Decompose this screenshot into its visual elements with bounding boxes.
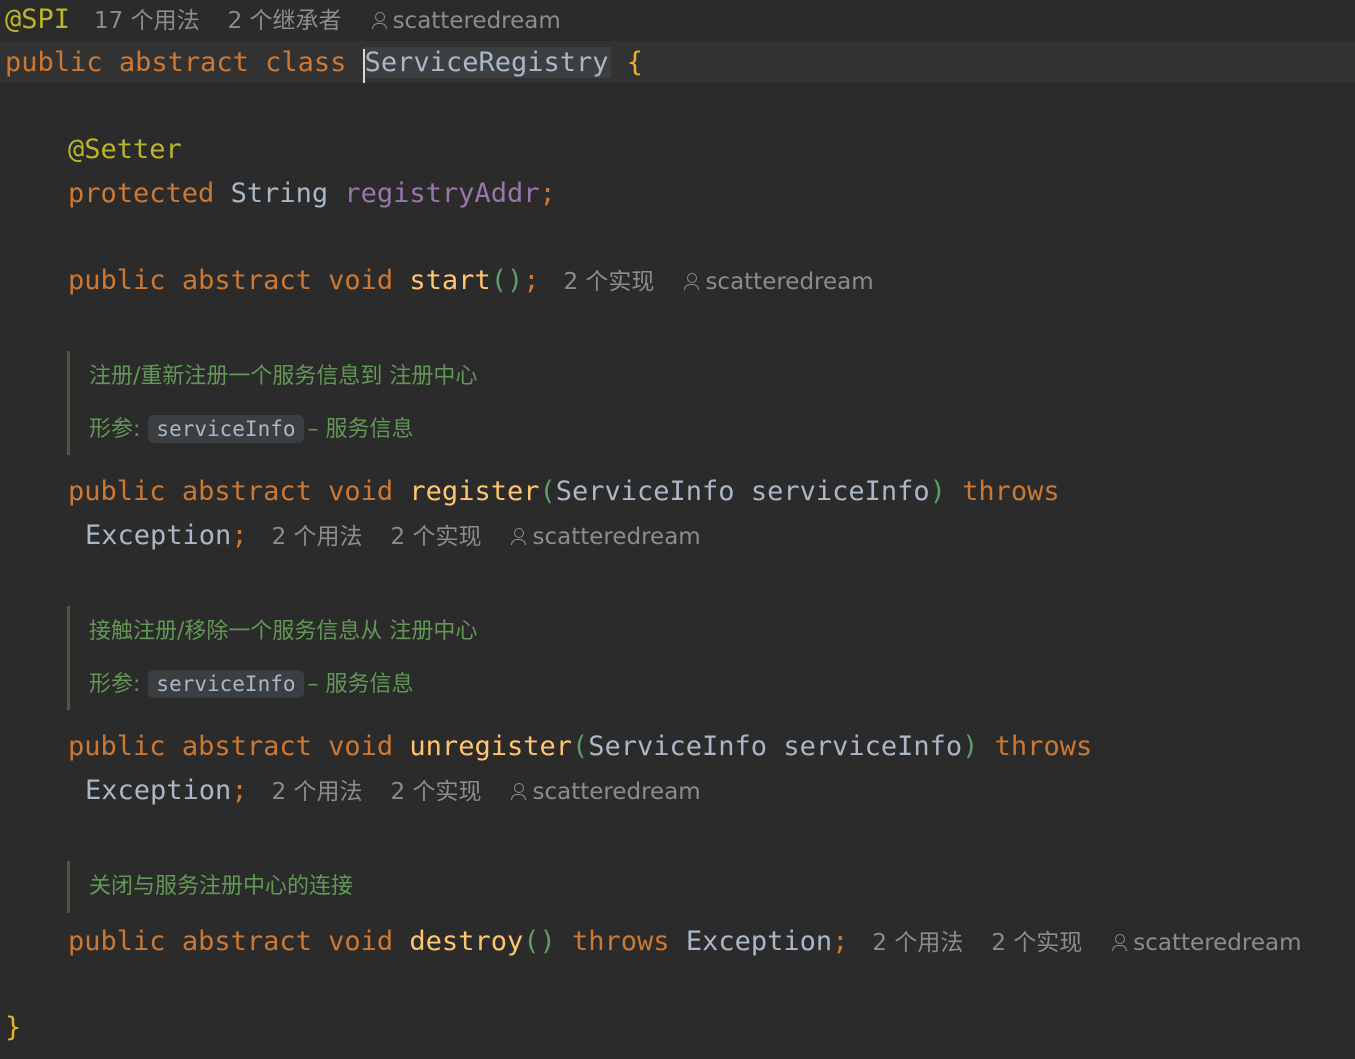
close-brace: }	[5, 1012, 22, 1043]
unregister-method-name[interactable]: unregister	[409, 731, 572, 762]
register-method-name[interactable]: register	[409, 476, 539, 507]
doc-summary: 注册/重新注册一个服务信息到 注册中心	[89, 364, 478, 389]
param-name[interactable]: serviceInfo	[751, 476, 930, 507]
doc-summary: 接触注册/移除一个服务信息从 注册中心	[89, 619, 478, 644]
text-caret	[362, 49, 365, 83]
register-method-cont: Exception; 2 个用法 2 个实现 scatteredream	[85, 520, 701, 551]
unregister-method-cont: Exception; 2 个用法 2 个实现 scatteredream	[85, 775, 701, 806]
author-hint[interactable]: scatteredream	[371, 8, 561, 34]
unregister-method: public abstract void unregister(ServiceI…	[68, 731, 1093, 762]
register-javadoc: 注册/重新注册一个服务信息到 注册中心 形参: serviceInfo – 服务信息	[67, 351, 477, 455]
exception-type[interactable]: Exception	[85, 775, 231, 806]
exception-type[interactable]: Exception	[686, 926, 832, 957]
author-name: scatteredream	[392, 8, 561, 34]
class-inlay-hints: @SPI 17 个用法 2 个继承者 scatteredream	[5, 0, 561, 40]
spi-annotation[interactable]: @SPI	[5, 4, 70, 35]
user-icon	[684, 273, 700, 290]
field-type[interactable]: String	[231, 178, 329, 209]
closing-brace-line: }	[5, 1008, 21, 1048]
author-hint[interactable]: scatteredream	[511, 779, 701, 805]
usages-hint[interactable]: 2 个用法	[272, 779, 363, 805]
param-chip[interactable]: serviceInfo	[148, 415, 304, 443]
usages-hint[interactable]: 17 个用法	[94, 8, 200, 34]
keyword-abstract: abstract	[118, 47, 249, 78]
user-icon	[511, 783, 527, 800]
param-chip[interactable]: serviceInfo	[148, 670, 304, 698]
class-declaration: public abstract class ServiceRegistry {	[5, 43, 643, 83]
keyword-protected: protected	[68, 178, 215, 209]
author-hint[interactable]: scatteredream	[684, 269, 874, 295]
setter-annotation-line: @Setter	[68, 130, 182, 170]
destroy-method: public abstract void destroy() throws Ex…	[68, 926, 1302, 957]
doc-summary: 关闭与服务注册中心的连接	[89, 874, 354, 899]
impls-hint[interactable]: 2 个实现	[391, 779, 482, 805]
param-type[interactable]: ServiceInfo	[556, 476, 735, 507]
class-name[interactable]: ServiceRegistry	[362, 47, 611, 83]
destroy-method-name[interactable]: destroy	[409, 926, 523, 957]
start-method-name[interactable]: start	[409, 265, 490, 296]
inheritors-hint[interactable]: 2 个继承者	[228, 8, 342, 34]
usages-hint[interactable]: 2 个用法	[872, 930, 963, 956]
field-declaration: protected String registryAddr;	[68, 178, 556, 209]
exception-type[interactable]: Exception	[85, 520, 231, 551]
setter-annotation[interactable]: @Setter	[68, 134, 182, 165]
impls-hint[interactable]: 2 个实现	[563, 269, 654, 295]
author-hint[interactable]: scatteredream	[511, 524, 701, 550]
param-name[interactable]: serviceInfo	[783, 731, 962, 762]
doc-param-row: 形参: serviceInfo – 服务信息	[89, 670, 414, 698]
author-hint[interactable]: scatteredream	[1112, 930, 1302, 956]
destroy-javadoc: 关闭与服务注册中心的连接	[67, 861, 353, 913]
keyword-public: public	[5, 47, 103, 78]
impls-hint[interactable]: 2 个实现	[391, 524, 482, 550]
user-icon	[511, 528, 527, 545]
user-icon	[371, 12, 387, 29]
field-name[interactable]: registryAddr	[344, 178, 539, 209]
doc-param-row: 形参: serviceInfo – 服务信息	[89, 415, 414, 443]
open-brace: {	[626, 47, 644, 78]
param-type[interactable]: ServiceInfo	[588, 731, 767, 762]
keyword-class: class	[265, 47, 347, 78]
register-method: public abstract void register(ServiceInf…	[68, 476, 1060, 507]
usages-hint[interactable]: 2 个用法	[272, 524, 363, 550]
user-icon	[1112, 934, 1128, 951]
unregister-javadoc: 接触注册/移除一个服务信息从 注册中心 形参: serviceInfo – 服务信息	[67, 606, 477, 710]
impls-hint[interactable]: 2 个实现	[991, 930, 1082, 956]
start-method: public abstract void start(); 2 个实现 scatte…	[68, 265, 874, 296]
